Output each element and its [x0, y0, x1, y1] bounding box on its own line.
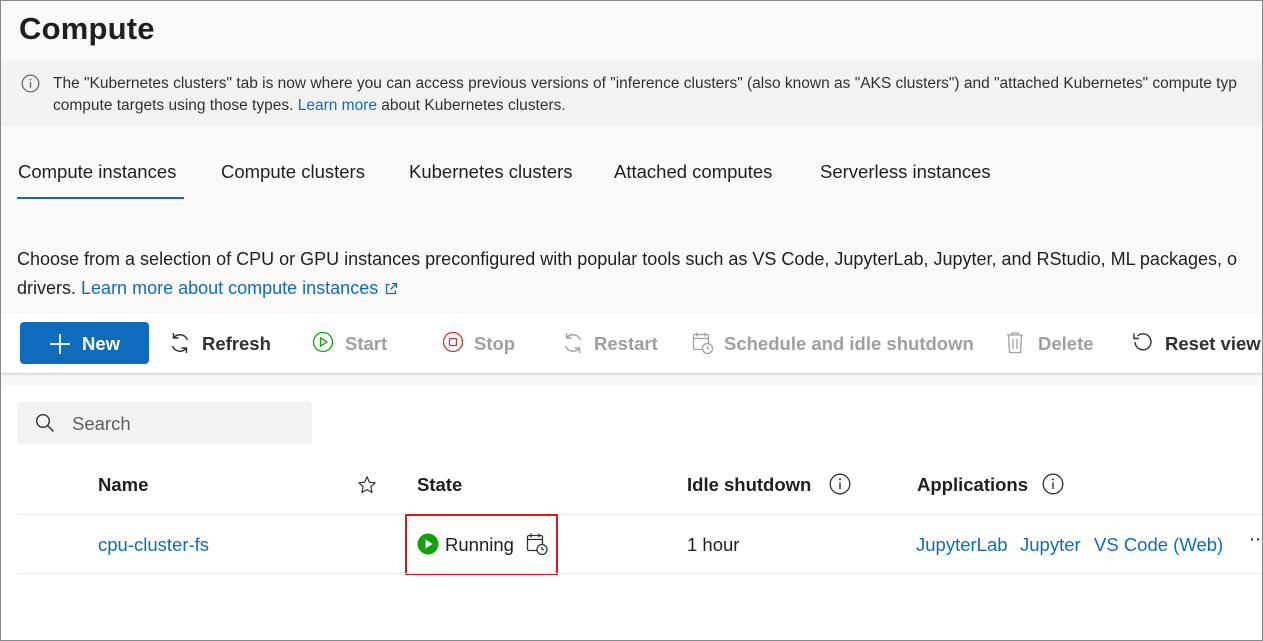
- learn-more-compute-instances-link[interactable]: Learn more about compute instances: [81, 278, 398, 298]
- new-button-label: New: [82, 333, 121, 354]
- column-header-applications[interactable]: Applications: [917, 474, 1028, 496]
- plus-icon: [50, 334, 70, 354]
- tab-compute-instances[interactable]: Compute instances: [18, 161, 176, 183]
- idle-shutdown-value: 1 hour: [687, 534, 740, 555]
- star-icon[interactable]: [357, 475, 377, 495]
- start-button[interactable]: Start: [312, 329, 392, 359]
- refresh-button[interactable]: Refresh: [169, 329, 271, 359]
- active-tab-indicator: [17, 197, 184, 199]
- state-cell-highlight: [405, 514, 558, 575]
- info-banner-line2: compute targets using those types.: [53, 97, 294, 114]
- description-line1: Choose from a selection of CPU or GPU in…: [17, 249, 1237, 269]
- refresh-label: Refresh: [202, 333, 271, 354]
- page-title: Compute: [19, 11, 155, 46]
- stop-button[interactable]: Stop: [442, 329, 522, 359]
- compute-page: Compute The "Kubernetes clusters" tab is…: [0, 0, 1263, 641]
- stop-icon: [442, 331, 464, 353]
- play-icon: [312, 331, 334, 353]
- app-link-jupyter[interactable]: Jupyter: [1020, 534, 1081, 556]
- restart-button[interactable]: Restart: [562, 329, 662, 359]
- stop-label: Stop: [474, 333, 516, 354]
- info-banner-line1: The "Kubernetes clusters" tab is now whe…: [53, 75, 1237, 92]
- app-link-jupyterlab[interactable]: JupyterLab: [916, 534, 1008, 556]
- header-divider: [17, 514, 1262, 515]
- search-box[interactable]: Search: [17, 402, 312, 444]
- page-description: Choose from a selection of CPU or GPU in…: [17, 245, 1262, 303]
- delete-label: Delete: [1038, 333, 1094, 354]
- tab-attached-computes[interactable]: Attached computes: [614, 161, 772, 183]
- tab-kubernetes-clusters[interactable]: Kubernetes clusters: [409, 161, 573, 183]
- refresh-icon: [171, 333, 189, 353]
- new-button[interactable]: New: [20, 322, 149, 364]
- idle-shutdown-info-icon[interactable]: [829, 473, 851, 495]
- undo-icon: [1133, 333, 1152, 351]
- column-header-idle-shutdown[interactable]: Idle shutdown: [687, 474, 811, 496]
- restart-icon: [564, 333, 582, 353]
- applications-info-icon[interactable]: [1042, 473, 1064, 495]
- row-divider: [17, 573, 1262, 574]
- reset-view-button[interactable]: Reset view: [1132, 329, 1262, 359]
- info-banner-text: The "Kubernetes clusters" tab is now whe…: [53, 73, 1262, 117]
- start-label: Start: [345, 333, 388, 354]
- learn-more-link[interactable]: Learn more: [298, 97, 377, 114]
- search-input[interactable]: Search: [72, 413, 131, 435]
- tab-bar: Compute instances Compute clusters Kuber…: [1, 151, 1262, 201]
- reset-view-label: Reset view: [1165, 333, 1261, 354]
- calendar-clock-icon: [692, 332, 714, 355]
- trash-icon: [1007, 332, 1023, 354]
- compute-name-link[interactable]: cpu-cluster-fs: [98, 534, 209, 556]
- search-icon: [35, 413, 55, 433]
- column-header-state[interactable]: State: [417, 474, 462, 496]
- description-line2: drivers.: [17, 278, 77, 298]
- delete-button[interactable]: Delete: [1005, 329, 1100, 359]
- restart-label: Restart: [594, 333, 658, 354]
- schedule-label: Schedule and idle shutdown: [724, 333, 974, 354]
- tab-serverless-instances[interactable]: Serverless instances: [820, 161, 991, 183]
- learn-more-compute-instances-label: Learn more about compute instances: [81, 278, 379, 298]
- schedule-idle-shutdown-button[interactable]: Schedule and idle shutdown: [692, 329, 974, 359]
- info-icon: [21, 74, 40, 93]
- column-header-name[interactable]: Name: [98, 474, 148, 496]
- command-bar: New Refresh Start Stop Restart Schedule …: [1, 313, 1262, 373]
- tab-compute-clusters[interactable]: Compute clusters: [221, 161, 365, 183]
- more-options-icon[interactable]: ⋯: [1249, 529, 1262, 550]
- external-link-icon: [386, 282, 398, 295]
- app-link-vscode-web[interactable]: VS Code (Web): [1094, 534, 1223, 556]
- info-banner-line2-end: about Kubernetes clusters.: [381, 97, 566, 114]
